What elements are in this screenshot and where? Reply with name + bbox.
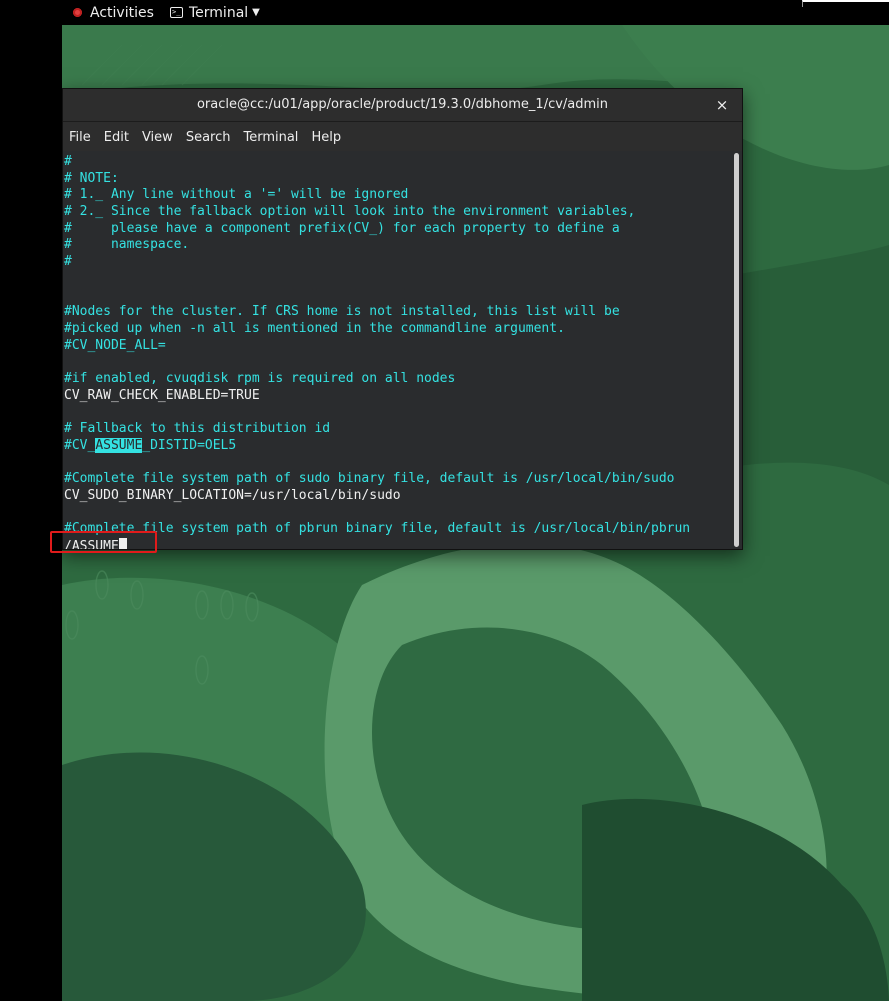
activities-icon [73,8,82,17]
terminal-line: #Complete file system path of sudo binar… [64,471,675,487]
terminal-line: # 1._ Any line without a '=' will be ign… [64,187,409,203]
activities-label: Activities [90,4,154,21]
terminal-line: # Fallback to this distribution id [64,421,331,436]
terminal-icon: >_ [170,7,183,18]
terminal-line: #if enabled, cvuqdisk rpm is required on… [64,370,456,386]
search-prompt[interactable]: /ASSUME [63,537,733,549]
menu-help[interactable]: Help [311,128,341,147]
app-menu-button[interactable]: >_ Terminal ▼ [170,0,260,25]
search-match-highlight: ASSUME [95,437,143,453]
terminal-line: # 2._ Since the fallback option will loo… [64,204,636,220]
terminal-line: # [64,154,72,169]
line-text: #CV_ [64,437,96,453]
terminal-line: #Complete file system path of pbrun bina… [64,521,691,537]
scroll-thumb[interactable] [734,153,739,547]
activities-button[interactable]: Activities [73,0,154,25]
window-titlebar[interactable]: oracle@cc:/u01/app/oracle/product/19.3.0… [63,89,742,122]
system-tray[interactable] [802,0,889,7]
terminal-line: #CV_NODE_ALL= [64,337,166,353]
terminal-line: # please have a component prefix(CV_) fo… [64,220,620,236]
chevron-down-icon: ▼ [252,6,260,18]
app-menu-label: Terminal [189,4,249,21]
line-text: _DISTID=OEL5 [142,437,237,453]
menu-terminal[interactable]: Terminal [243,128,298,147]
window-title: oracle@cc:/u01/app/oracle/product/19.3.0… [196,97,609,112]
terminal-line: #picked up when -n all is mentioned in t… [64,320,565,336]
menu-file[interactable]: File [69,128,91,147]
scrollbar[interactable] [731,151,742,549]
terminal-line: # NOTE: [64,170,119,186]
terminal-output[interactable]: # # NOTE: # 1._ Any line without a '=' wil… [63,151,733,549]
annotation-highlight-box [50,531,157,553]
terminal-line: CV_RAW_CHECK_ENABLED=TRUE [64,387,260,403]
close-icon[interactable]: × [712,89,732,121]
menu-view[interactable]: View [142,128,173,147]
menu-bar: File Edit View Search Terminal Help [63,122,742,153]
terminal-window[interactable]: oracle@cc:/u01/app/oracle/product/19.3.0… [62,88,743,550]
top-bar: Activities >_ Terminal ▼ [0,0,889,25]
terminal-line: #CV_ASSUME_DISTID=OEL5 [63,437,733,455]
terminal-line: #Nodes for the cluster. If CRS home is n… [64,304,620,320]
menu-search[interactable]: Search [186,128,231,147]
menu-edit[interactable]: Edit [104,128,129,147]
terminal-line: # [64,254,72,270]
terminal-line: CV_SUDO_BINARY_LOCATION=/usr/local/bin/s… [64,487,401,503]
terminal-line: # namespace. [64,237,190,253]
